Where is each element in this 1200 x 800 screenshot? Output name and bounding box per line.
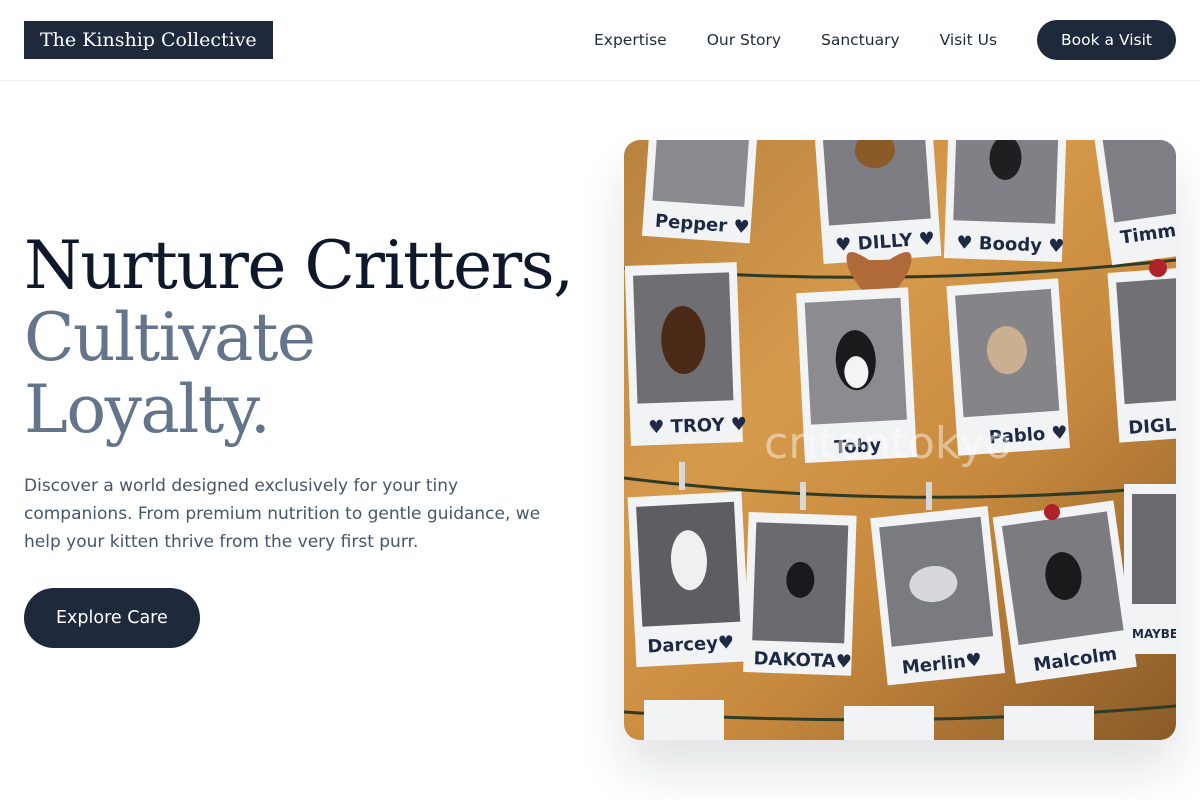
- explore-care-button[interactable]: Explore Care: [24, 588, 200, 648]
- photo-label-troy: ♥ TROY ♥: [648, 414, 747, 438]
- hero-photo-wall-image: Pepper ♥ ♥ DILLY ♥ ♥ Boody ♥ Timm ♥ TROY…: [624, 140, 1176, 740]
- book-visit-button[interactable]: Book a Visit: [1037, 20, 1176, 60]
- hero-title: Nurture Critters, Cultivate Loyalty.: [24, 230, 604, 446]
- photo-label-maybelle: MAYBELLE: [1132, 627, 1176, 641]
- photo-wall-illustration: Pepper ♥ ♥ DILLY ♥ ♥ Boody ♥ Timm ♥ TROY…: [624, 140, 1176, 740]
- hero-description: Discover a world designed exclusively fo…: [24, 476, 541, 552]
- nav-link-expertise[interactable]: Expertise: [594, 31, 667, 49]
- nav-link-sanctuary[interactable]: Sanctuary: [821, 31, 900, 49]
- image-watermark: critentokyo: [764, 418, 1012, 469]
- hero-title-line-3: Loyalty.: [24, 371, 271, 448]
- photo-label-boody: ♥ Boody ♥: [956, 232, 1065, 257]
- nav-link-visit-us[interactable]: Visit Us: [940, 31, 997, 49]
- hero-title-line-2: Cultivate: [24, 299, 316, 376]
- site-logo[interactable]: The Kinship Collective: [24, 21, 273, 59]
- photo-label-dakota: DAKOTA♥: [753, 648, 852, 672]
- main-nav: Expertise Our Story Sanctuary Visit Us B…: [594, 20, 1176, 60]
- photo-label-digle: DIGLE: [1128, 414, 1176, 439]
- nav-link-our-story[interactable]: Our Story: [707, 31, 781, 49]
- site-header: The Kinship Collective Expertise Our Sto…: [0, 0, 1200, 81]
- hero-title-line-1: Nurture Critters,: [24, 227, 574, 304]
